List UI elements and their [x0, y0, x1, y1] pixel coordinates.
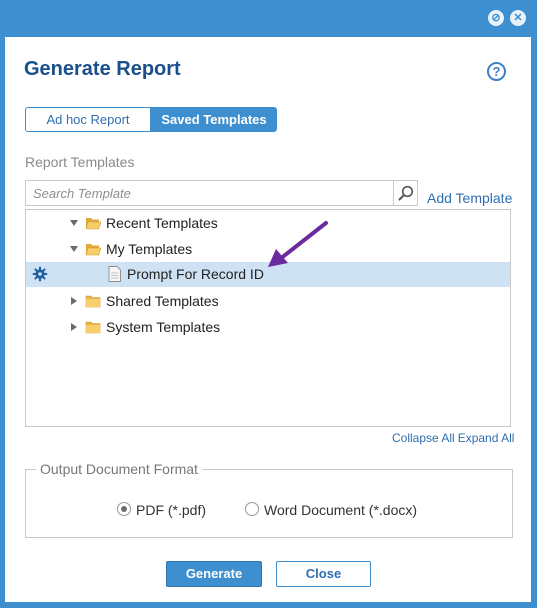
collapse-all-link[interactable]: Collapse All: [392, 431, 455, 445]
tree-item-label: Shared Templates: [106, 293, 219, 309]
tree-item-label: Prompt For Record ID: [127, 266, 264, 282]
template-search: [25, 180, 418, 206]
search-template-input[interactable]: [26, 181, 393, 205]
pdf-radio[interactable]: [117, 502, 131, 516]
gear-icon[interactable]: [32, 266, 48, 282]
folder-open-icon: [85, 244, 101, 256]
help-icon[interactable]: ?: [487, 62, 506, 81]
close-window-icon[interactable]: ✕: [510, 10, 526, 26]
dialog-titlebar[interactable]: [0, 0, 537, 37]
folder-icon: [85, 321, 101, 334]
dialog-frame-bottom: [0, 602, 537, 608]
tree-item-label: Recent Templates: [106, 215, 218, 231]
pdf-radio-label[interactable]: PDF (*.pdf): [136, 502, 206, 518]
restore-window-icon[interactable]: ⊘: [488, 10, 504, 26]
word-radio[interactable]: [245, 502, 259, 516]
expanded-arrow-icon[interactable]: [69, 244, 79, 254]
collapsed-arrow-icon[interactable]: [69, 296, 79, 306]
search-button[interactable]: [393, 181, 418, 205]
word-radio-label[interactable]: Word Document (*.docx): [264, 502, 417, 518]
tree-item-label: System Templates: [106, 319, 221, 335]
dialog-frame-left: [0, 37, 5, 603]
tree-item-label: My Templates: [106, 241, 193, 257]
tree-item-shared-templates[interactable]: Shared Templates: [26, 289, 510, 314]
output-format-legend: Output Document Format: [36, 461, 202, 477]
tree-item-system-templates[interactable]: System Templates: [26, 315, 510, 340]
add-template-link[interactable]: Add Template: [427, 190, 512, 206]
document-icon: [108, 266, 121, 282]
expanded-arrow-icon[interactable]: [69, 218, 79, 228]
report-templates-label: Report Templates: [25, 154, 135, 170]
folder-open-icon: [85, 218, 101, 230]
generate-button[interactable]: Generate: [166, 561, 262, 587]
dialog-title: Generate Report: [24, 58, 181, 80]
close-button[interactable]: Close: [276, 561, 371, 587]
folder-icon: [85, 295, 101, 308]
saved-templates-tab[interactable]: Saved Templates: [151, 107, 277, 132]
expand-all-link[interactable]: Expand All: [458, 431, 515, 445]
search-icon: [398, 185, 414, 201]
adhoc-report-tab[interactable]: Ad hoc Report: [25, 107, 151, 132]
radio-selected-dot: [121, 506, 127, 512]
dialog-frame-right: [531, 37, 537, 603]
report-type-toggle: Ad hoc Report Saved Templates: [25, 107, 277, 132]
tree-controls: Collapse All Expand All: [392, 431, 514, 445]
annotation-arrow-icon: [268, 221, 328, 267]
collapsed-arrow-icon[interactable]: [69, 322, 79, 332]
